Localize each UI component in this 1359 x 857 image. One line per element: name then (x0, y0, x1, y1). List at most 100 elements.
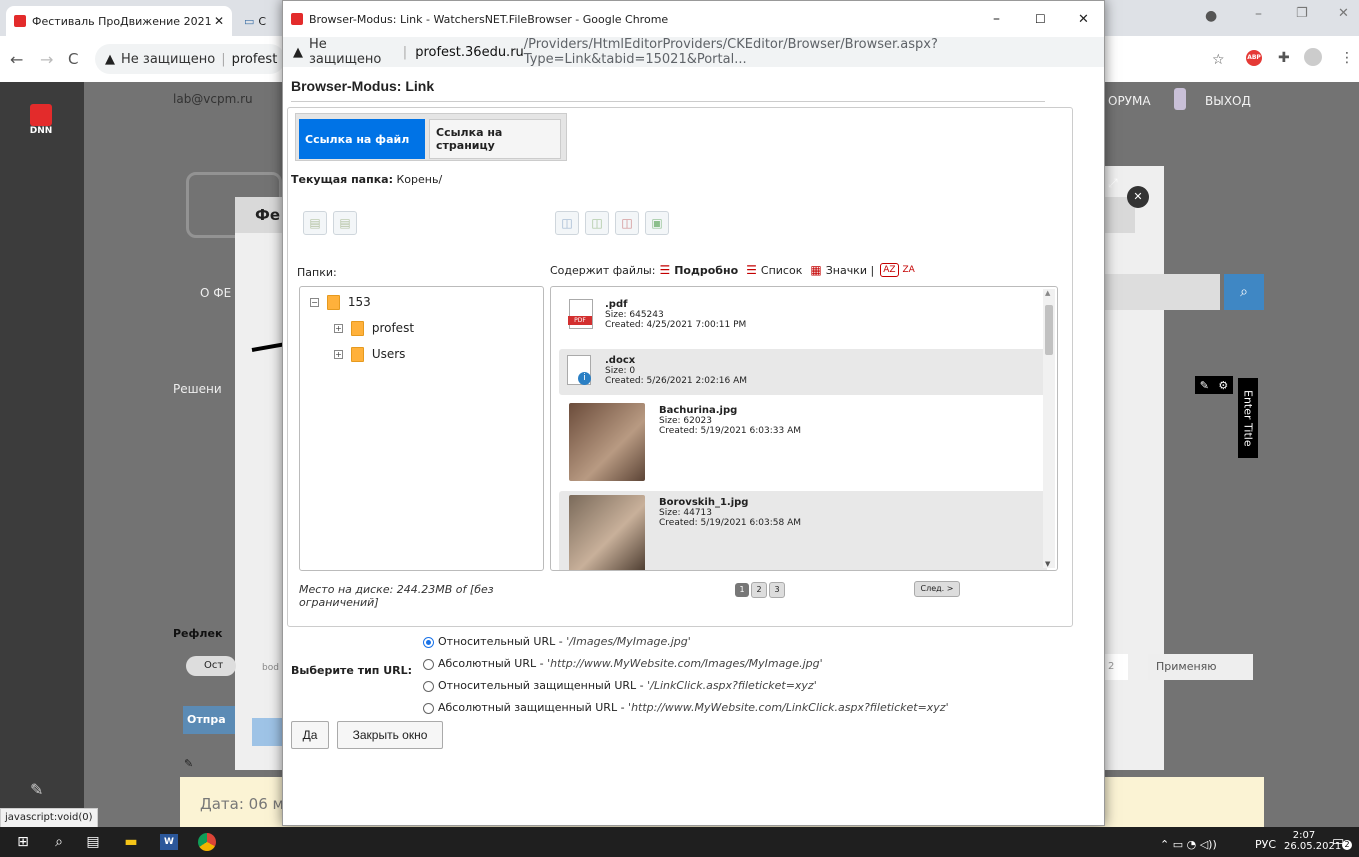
expand-icon[interactable]: + (334, 350, 343, 359)
radio-option-bg[interactable]: Ост (186, 656, 236, 676)
dnn-logo[interactable]: DNN (26, 104, 56, 136)
radio-icon[interactable] (423, 680, 434, 692)
view-list-link[interactable]: Список (761, 264, 802, 277)
url-option-relative-secure[interactable]: Относительный защищенный URL - '/LinkCli… (423, 679, 817, 692)
reload-icon[interactable]: C (68, 50, 78, 68)
edit-icon[interactable]: ✎ (1200, 379, 1209, 392)
radio-icon[interactable] (423, 658, 434, 670)
address-bar[interactable]: ▲ Не защищено | profest (95, 44, 285, 74)
page-2-button[interactable]: 2 (751, 582, 767, 598)
minimize-icon[interactable]: – (993, 11, 1000, 27)
file-row[interactable]: Bachurina.jpg Size: 62023 Created: 5/19/… (559, 399, 1047, 485)
scrollbar[interactable]: ▲ ▼ (1043, 289, 1055, 568)
download-icon[interactable]: ◫ (585, 211, 609, 235)
account-icon[interactable] (1304, 48, 1322, 66)
restore-icon[interactable]: ❐ (1296, 6, 1308, 21)
windows-start-icon[interactable]: ⊞ (12, 831, 34, 853)
url-option-absolute[interactable]: Абсолютный URL - 'http://www.MyWebsite.c… (423, 657, 823, 670)
browser-tab-active[interactable]: Фестиваль ПроДвижение 2021 ✕ (6, 6, 232, 36)
tree-node-users[interactable]: + Users (334, 347, 405, 362)
search-icon[interactable]: ⌕ (48, 831, 70, 853)
forum-link[interactable]: ОРУМА (1108, 94, 1151, 108)
dialog-close-icon[interactable]: ✕ (1127, 186, 1149, 208)
file-name: Borovskih_1.jpg (659, 497, 749, 508)
clock[interactable]: 2:07 26.05.2021 (1284, 830, 1341, 852)
menu-about[interactable]: О ФЕ (200, 286, 231, 300)
back-arrow-icon[interactable]: ← (10, 50, 23, 69)
user-email[interactable]: lab@vcpm.ru (173, 92, 253, 106)
page-3-button[interactable]: 3 (769, 582, 785, 598)
collapse-icon[interactable]: − (310, 298, 319, 307)
language-indicator[interactable]: РУС (1255, 838, 1276, 851)
scrollbar-thumb[interactable] (1045, 305, 1053, 355)
folder-icon (351, 347, 364, 362)
send-button[interactable]: Отпра (183, 706, 235, 734)
logout-link[interactable]: ВЫХОД (1205, 94, 1251, 108)
file-explorer-icon[interactable]: ▬ (120, 831, 142, 853)
chrome-icon[interactable] (196, 831, 218, 853)
profile-icon[interactable]: ● (1205, 8, 1217, 24)
sort-asc-icon[interactable]: AZ (880, 263, 899, 277)
tree-node-root[interactable]: − 153 (310, 295, 371, 310)
delete-file-icon[interactable]: ◫ (615, 211, 639, 235)
detail-view-icon[interactable]: ☰ (659, 263, 670, 277)
ok-button[interactable]: Да (291, 721, 329, 749)
radio-icon[interactable] (423, 702, 434, 714)
close-window-button[interactable]: Закрыть окно (337, 721, 443, 749)
view-detail-link[interactable]: Подробно (674, 264, 738, 277)
apply-option[interactable]: Применяю (1148, 654, 1253, 680)
close-window-icon[interactable]: ✕ (1338, 6, 1349, 21)
notification-icon[interactable]: ▭ 2 (1332, 834, 1352, 850)
search-icon[interactable]: ⌕ (1224, 274, 1264, 310)
upload-icon[interactable]: ◫ (555, 211, 579, 235)
browser-tab-second[interactable]: ▭ С (236, 6, 282, 36)
url-option-absolute-secure[interactable]: Абсолютный защищенный URL - 'http://www.… (423, 701, 949, 714)
task-view-icon[interactable]: ▤ (82, 831, 104, 853)
sort-desc-icon[interactable]: ZA (903, 265, 915, 275)
gear-icon[interactable]: ⚙ (1218, 379, 1228, 392)
file-row[interactable]: i .docx Size: 0 Created: 5/26/2021 2:02:… (559, 349, 1047, 395)
tray-icons[interactable]: ⌃ ▭ ◔ ◁)) (1160, 838, 1217, 851)
page-title: Browser-Modus: Link (291, 78, 435, 94)
word-icon[interactable]: W (160, 834, 178, 850)
edit-dialog-body-left (235, 233, 285, 770)
list-view-icon[interactable]: ☰ (746, 263, 757, 277)
forward-arrow-icon[interactable]: → (40, 50, 53, 69)
radio-checked-icon[interactable] (423, 636, 434, 648)
tab-link-file[interactable]: Ссылка на файл (299, 119, 425, 159)
adblock-icon[interactable]: ABP (1246, 50, 1262, 66)
pencil-icon[interactable]: ✎ (30, 780, 43, 799)
expand-icon[interactable]: + (334, 324, 343, 333)
delete-folder-icon[interactable]: ▤ (333, 211, 357, 235)
save-button-fragment[interactable] (252, 718, 282, 746)
popup-address-bar[interactable]: ▲ Не защищено | profest.36edu.ru /Provid… (283, 37, 1104, 67)
file-row[interactable]: PDF .pdf Size: 645243 Created: 4/25/2021… (559, 295, 1047, 347)
next-page-button[interactable]: След. > (914, 581, 960, 597)
page-1-button[interactable]: 1 (735, 583, 749, 597)
search-box[interactable] (1105, 274, 1220, 310)
close-window-icon[interactable]: ✕ (1078, 12, 1089, 27)
minimize-icon[interactable]: – (1255, 6, 1262, 22)
tree-node-profest[interactable]: + profest (334, 321, 414, 336)
date-label: Дата: 06 м (200, 795, 284, 813)
menu-dots-icon[interactable]: ⋮ (1340, 50, 1354, 66)
file-row[interactable]: Borovskih_1.jpg Size: 44713 Created: 5/1… (559, 491, 1047, 570)
resize-image-icon[interactable]: ▣ (645, 211, 669, 235)
star-icon[interactable]: ☆ (1212, 52, 1225, 68)
scroll-up-icon[interactable]: ▲ (1045, 289, 1050, 297)
view-icons-link[interactable]: Значки | (826, 264, 874, 277)
scroll-down-icon[interactable]: ▼ (1045, 560, 1050, 568)
maximize-icon[interactable]: ☐ (1035, 12, 1046, 26)
expand-icon[interactable]: ⤢ (1108, 176, 1118, 191)
tab-link-page[interactable]: Ссылка на страницу (429, 119, 561, 159)
edit-icon[interactable]: ✎ (184, 757, 193, 770)
module-actions[interactable]: ✎ ⚙ (1195, 376, 1233, 394)
enter-title-label[interactable]: Enter Title (1238, 378, 1258, 458)
new-folder-icon[interactable]: ▤ (303, 211, 327, 235)
close-icon[interactable]: ✕ (214, 14, 224, 28)
folders-label: Папки: (297, 266, 337, 279)
file-info: Bachurina.jpg Size: 62023 Created: 5/19/… (659, 405, 801, 436)
url-option-relative[interactable]: Относительный URL - '/Images/MyImage.jpg… (423, 635, 691, 648)
icons-view-icon[interactable]: ▦ (810, 263, 821, 277)
extensions-icon[interactable]: ✚ (1278, 50, 1290, 66)
